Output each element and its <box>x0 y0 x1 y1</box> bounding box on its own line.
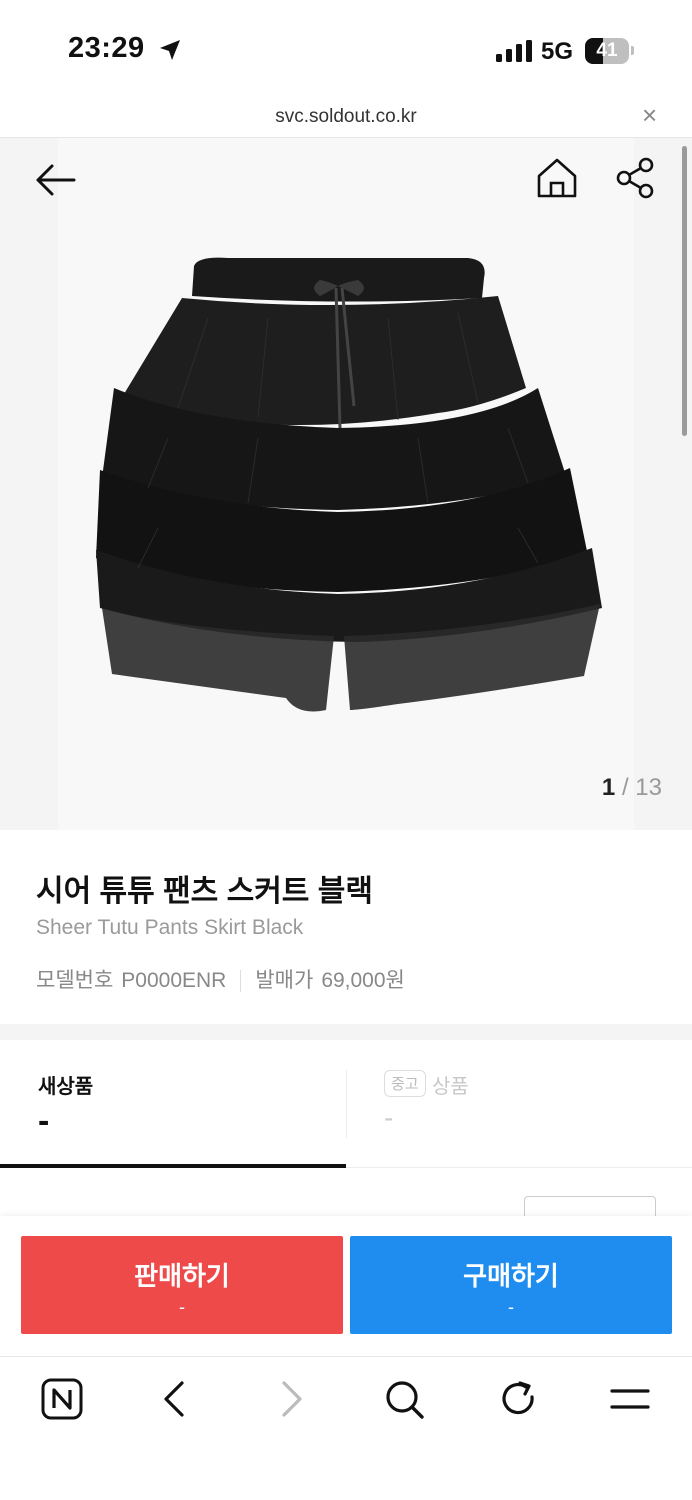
signal-strength-icon <box>496 40 532 62</box>
image-counter-separator: / <box>621 774 629 801</box>
tab-used-label: 상품 <box>432 1076 469 1098</box>
product-info: 시어 튜튜 팬츠 스커트 블랙 Sheer Tutu Pants Skirt B… <box>0 830 692 1024</box>
action-bar: 판매하기 - 구매하기 - <box>0 1216 692 1356</box>
image-counter: 1 / 13 <box>602 774 662 802</box>
nav-back-icon[interactable] <box>154 1377 198 1421</box>
back-arrow-icon[interactable] <box>32 160 78 200</box>
buy-button-price: - <box>508 1297 514 1317</box>
image-counter-current: 1 <box>601 774 616 801</box>
refresh-icon[interactable] <box>496 1377 540 1421</box>
battery-icon: 41 <box>585 38 629 64</box>
product-gallery[interactable]: 1 / 13 <box>0 138 692 830</box>
home-icon[interactable] <box>534 156 580 200</box>
release-price-label: 발매가 <box>255 969 314 992</box>
search-icon[interactable] <box>382 1377 426 1421</box>
share-icon[interactable] <box>614 156 658 200</box>
status-bar: 23:29 5G 41 <box>0 0 692 96</box>
url-bar[interactable]: svc.soldout.co.kr × <box>0 96 692 138</box>
hidden-row-button[interactable] <box>524 1196 656 1218</box>
tab-new-price: - <box>38 1102 50 1140</box>
model-number-value: P0000ENR <box>121 969 227 992</box>
status-time: 23:29 <box>68 32 145 64</box>
meta-divider <box>240 970 242 993</box>
close-icon[interactable]: × <box>642 102 657 128</box>
tutu-skirt-image <box>96 257 602 712</box>
url-text[interactable]: svc.soldout.co.kr <box>0 106 692 128</box>
product-image[interactable] <box>58 138 634 830</box>
sell-button[interactable]: 판매하기 - <box>21 1236 343 1334</box>
tab-used-product[interactable]: 중고 상품 - <box>346 1040 692 1168</box>
location-arrow-icon <box>160 40 180 60</box>
tab-used-price: - <box>384 1102 394 1133</box>
menu-icon[interactable] <box>608 1377 652 1421</box>
battery-level: 41 <box>596 40 618 61</box>
section-gap <box>0 1024 692 1040</box>
buy-button-label: 구매하기 <box>463 1261 559 1291</box>
product-title-ko: 시어 튜튜 팬츠 스커트 블랙 <box>36 875 373 908</box>
hidden-row <box>0 1168 692 1218</box>
tab-new-product[interactable]: 새상품 - <box>0 1040 346 1168</box>
battery-cap <box>631 46 634 55</box>
scrollbar[interactable] <box>682 146 687 436</box>
nav-forward-icon[interactable] <box>268 1377 312 1421</box>
sell-button-price: - <box>179 1297 185 1317</box>
model-number-label: 모델번호 <box>36 969 114 992</box>
product-title-en: Sheer Tutu Pants Skirt Black <box>36 916 304 939</box>
tab-new-label: 새상품 <box>38 1076 94 1098</box>
naver-home-icon[interactable] <box>40 1377 84 1421</box>
used-badge: 중고 <box>384 1070 426 1097</box>
image-counter-total: 13 <box>635 774 662 801</box>
buy-button[interactable]: 구매하기 - <box>350 1236 672 1334</box>
browser-toolbar <box>0 1356 692 1500</box>
network-label: 5G <box>541 38 574 65</box>
condition-tabs: 새상품 - 중고 상품 - <box>0 1040 692 1168</box>
release-price-value: 69,000원 <box>321 969 405 992</box>
sell-button-label: 판매하기 <box>134 1261 230 1291</box>
product-meta: 모델번호 P0000ENR 발매가 69,000원 <box>36 964 405 994</box>
